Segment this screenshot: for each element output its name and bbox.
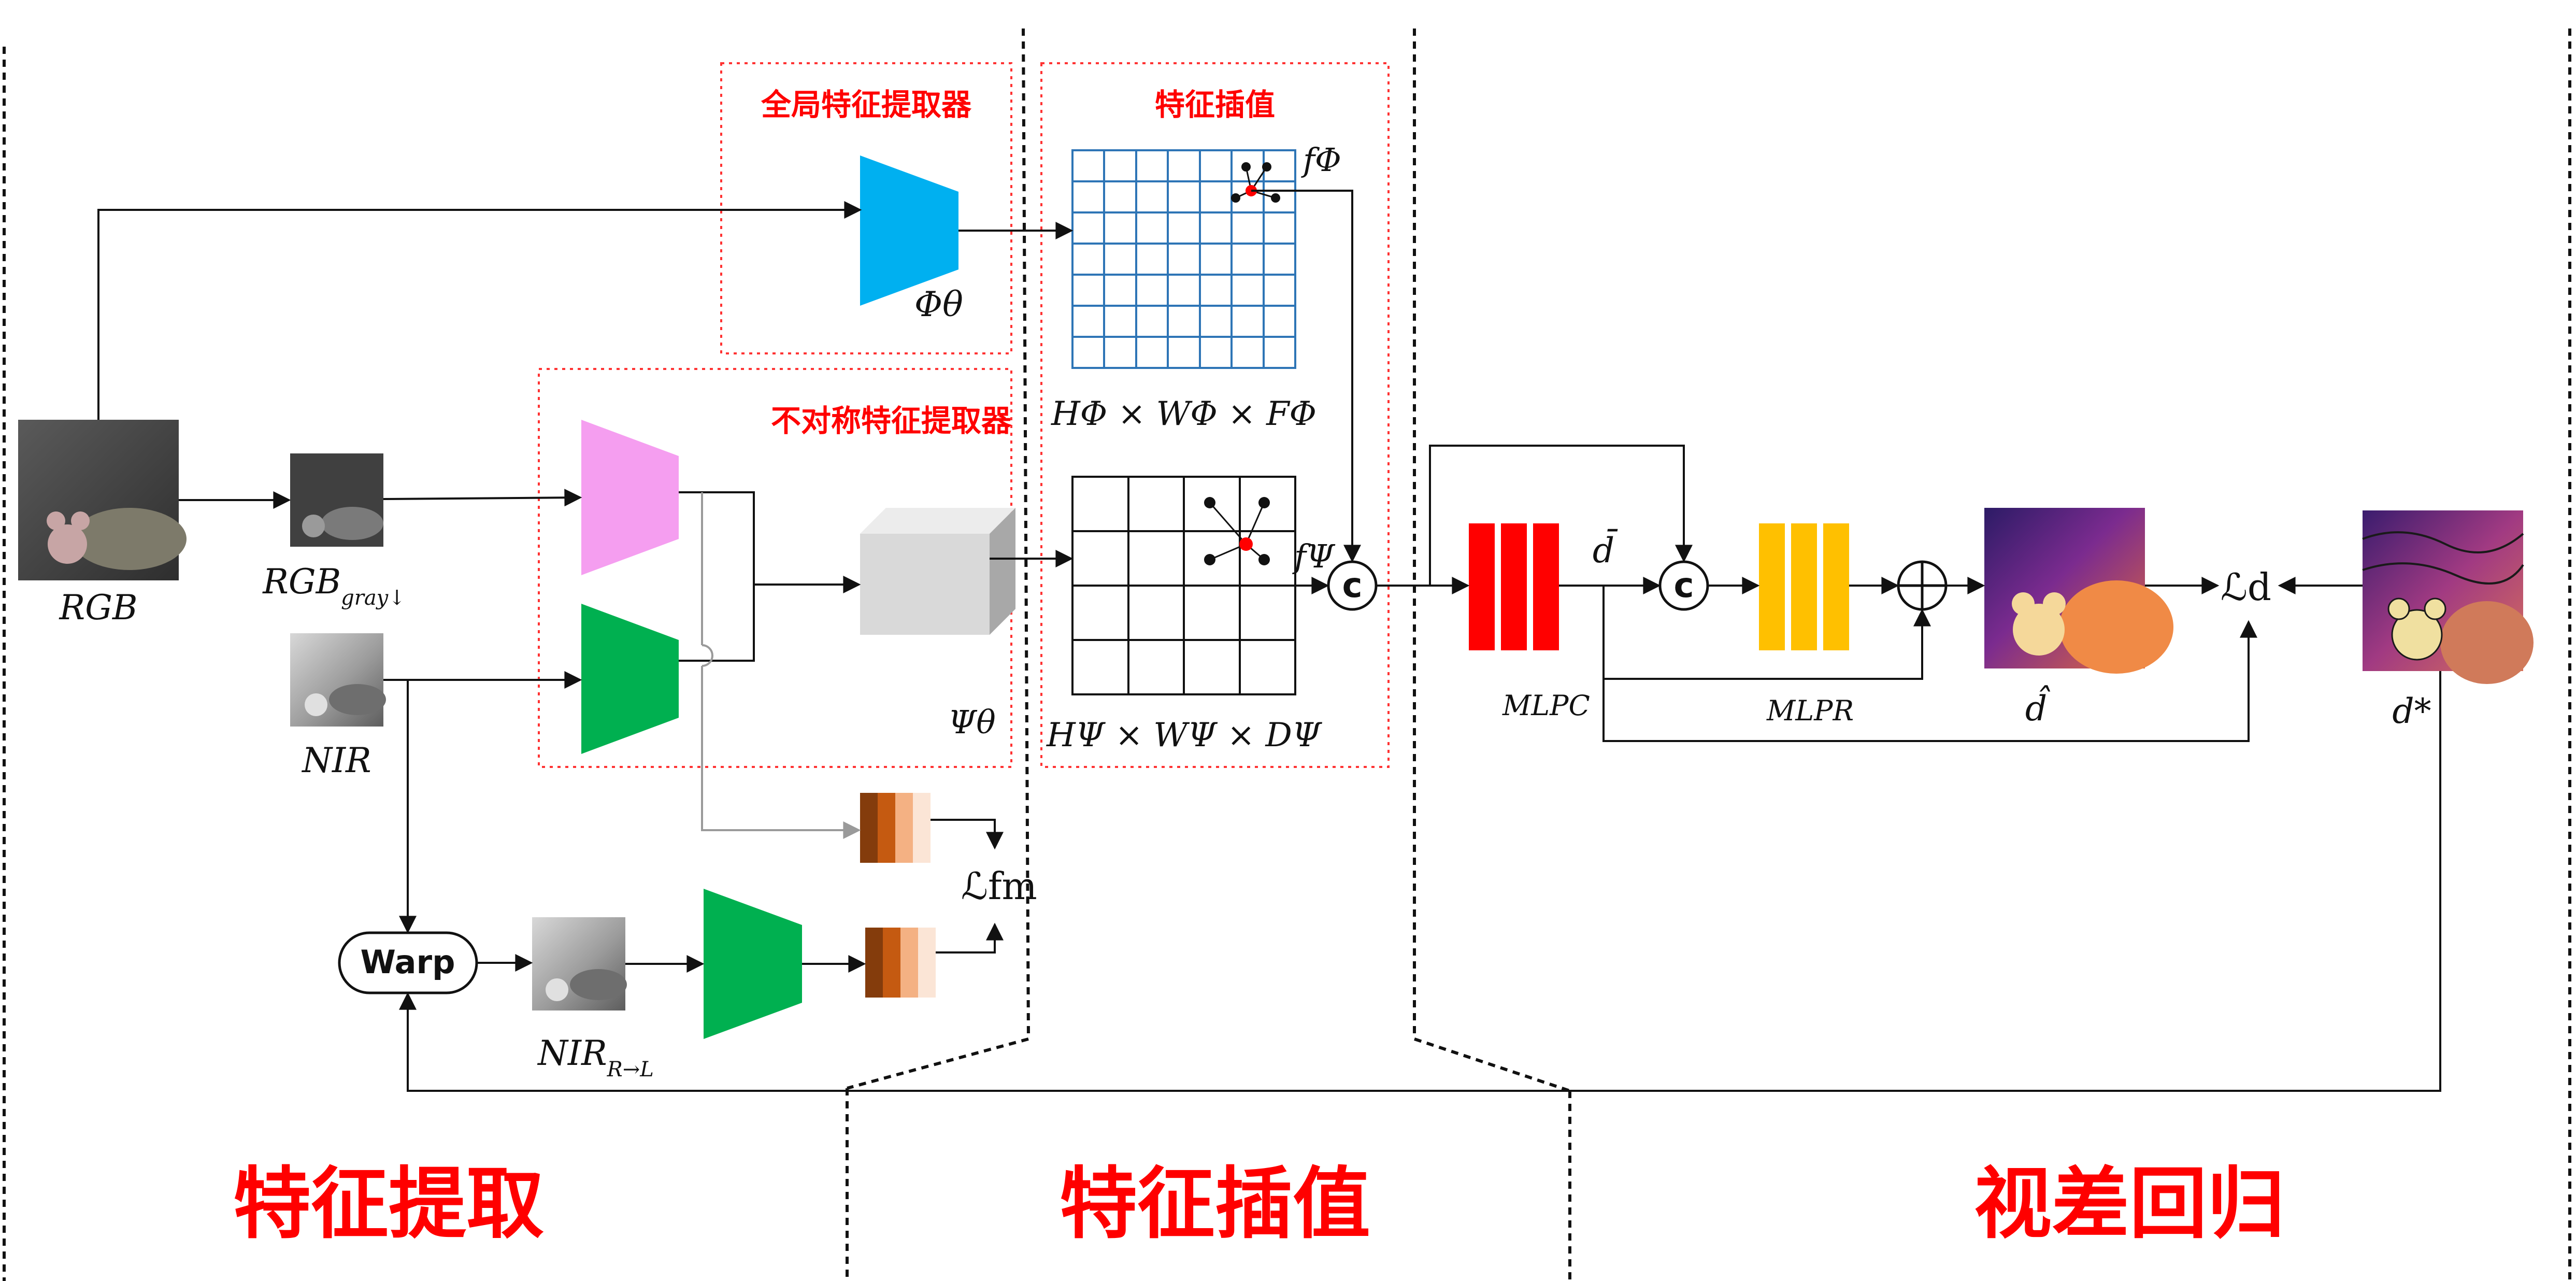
d-star-image xyxy=(2362,510,2534,684)
d-hat-image xyxy=(1984,508,2173,674)
local-feature-grid xyxy=(1071,476,1296,695)
global-extractor-title: 全局特征提取器 xyxy=(761,87,972,122)
f-phi-label: fΦ xyxy=(1301,141,1341,179)
warp-node: Warp xyxy=(338,931,478,994)
feature-stack-fm-top xyxy=(860,793,931,863)
nir-warped-image xyxy=(532,917,627,1010)
nir-label: NIR xyxy=(301,741,371,780)
grid-phi-caption: HΦ × WΦ × FΦ xyxy=(1051,395,1316,433)
mlp-c-block xyxy=(1469,523,1559,650)
phi-theta-label: Φθ xyxy=(914,284,963,324)
feature-interp-box-title: 特征插值 xyxy=(1155,87,1275,122)
d-bar-label: d̄ xyxy=(1593,530,1618,571)
rgb-gray-image xyxy=(290,453,383,547)
rgb-encoder-pink xyxy=(581,420,679,575)
svg-text:Warp: Warp xyxy=(361,943,455,981)
d-star-label: d* xyxy=(2392,691,2431,731)
psi-theta-label: Ψθ xyxy=(948,703,996,741)
sum-circled-plus-icon xyxy=(1897,560,1948,611)
pipeline-diagram: 全局特征提取器 特征插值 不对称特征提取器 RGB RGBgray↓ NIR N… xyxy=(3,28,2571,1281)
mlp-c-label: MLPC xyxy=(1502,689,1590,722)
svg-text:c: c xyxy=(1342,565,1362,605)
feature-stack-fm-bottom xyxy=(865,928,936,998)
concat-1-circled-c-icon: c xyxy=(1327,560,1378,611)
nir-encoder-green xyxy=(581,604,679,754)
global-feature-grid xyxy=(1071,149,1296,369)
loss-fm-label: ℒfm xyxy=(961,864,1037,908)
section-title-regression: 视差回归 xyxy=(1974,1159,2285,1249)
warp-encoder-green xyxy=(704,889,802,1039)
rgb-gray-label: RGBgray↓ xyxy=(262,562,406,610)
cost-volume-cube xyxy=(860,508,1015,635)
section-title-extraction: 特征提取 xyxy=(233,1159,544,1249)
section-title-interpolation: 特征插值 xyxy=(1060,1159,1370,1249)
grid-psi-caption: HΨ × WΨ × DΨ xyxy=(1046,716,1323,755)
rgb-image xyxy=(18,420,187,580)
mlp-r-block xyxy=(1759,523,1849,650)
d-hat-label: d̂ xyxy=(2025,686,2051,729)
f-psi-label: fΨ xyxy=(1292,537,1336,575)
concat-2-circled-c-icon: c xyxy=(1658,560,1709,611)
svg-text:c: c xyxy=(1673,565,1694,605)
nir-image xyxy=(290,633,386,727)
mlp-r-label: MLPR xyxy=(1766,694,1854,727)
section-dividers xyxy=(3,28,2571,1281)
global-encoder-phi xyxy=(860,155,958,306)
nir-warped-label: NIRR→L xyxy=(537,1033,654,1081)
asym-extractor-title: 不对称特征提取器 xyxy=(771,403,1012,438)
loss-d-label: ℒd xyxy=(2221,565,2271,609)
rgb-label: RGB xyxy=(59,588,138,628)
